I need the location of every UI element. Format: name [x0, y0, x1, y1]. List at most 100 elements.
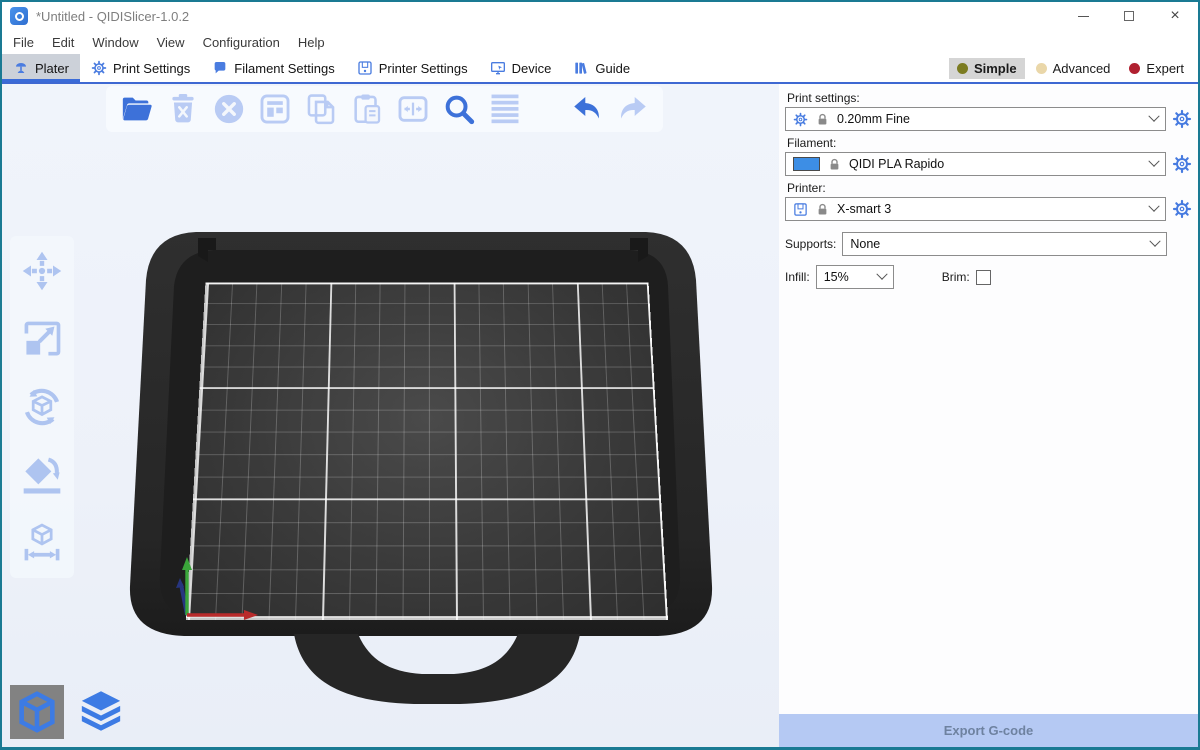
chevron-down-icon — [1148, 156, 1159, 167]
cube-3d-icon — [14, 689, 60, 735]
close-button[interactable]: × — [1152, 2, 1198, 30]
tabbar: Plater Print Settings Filament Settings … — [2, 54, 1198, 84]
3d-viewport[interactable] — [2, 84, 779, 747]
app-window: *Untitled - QIDISlicer-1.0.2 × File Edit… — [0, 0, 1200, 750]
menu-view[interactable]: View — [148, 35, 194, 50]
advanced-mode-dot-icon — [1036, 63, 1047, 74]
redo-button[interactable] — [614, 91, 651, 128]
plater-toolbar — [106, 86, 663, 132]
copy-icon — [304, 92, 338, 126]
minimize-button[interactable] — [1060, 2, 1106, 30]
tab-printer-settings[interactable]: Printer Settings — [346, 54, 479, 82]
undo-button[interactable] — [568, 91, 605, 128]
filament-select[interactable]: QIDI PLA Rapido — [785, 152, 1166, 176]
place-on-face-icon — [20, 453, 64, 497]
tab-guide[interactable]: Guide — [562, 54, 641, 82]
preview-layers-button[interactable] — [74, 685, 128, 739]
menu-configuration[interactable]: Configuration — [194, 35, 289, 50]
maximize-button[interactable] — [1106, 2, 1152, 30]
simple-mode-dot-icon — [957, 63, 968, 74]
tab-label: Printer Settings — [379, 61, 468, 76]
brim-checkbox[interactable] — [976, 270, 991, 285]
measure-icon — [20, 521, 64, 565]
menu-edit[interactable]: Edit — [43, 35, 83, 50]
chevron-down-icon — [1149, 236, 1160, 247]
filament-value: QIDI PLA Rapido — [849, 157, 944, 171]
filament-gear-button[interactable] — [1171, 154, 1192, 175]
export-gcode-button[interactable]: Export G-code — [779, 714, 1198, 747]
plater-icon — [13, 60, 29, 76]
infill-value: 15% — [824, 270, 849, 284]
open-button[interactable] — [118, 91, 155, 128]
lock-icon — [827, 157, 842, 172]
printer-icon — [793, 202, 808, 217]
brim-label: Brim: — [942, 270, 970, 284]
paste-icon — [350, 92, 384, 126]
filament-label: Filament: — [787, 136, 1192, 150]
menu-help[interactable]: Help — [289, 35, 334, 50]
menu-file[interactable]: File — [4, 35, 43, 50]
mode-advanced[interactable]: Advanced — [1028, 58, 1119, 79]
variable-layer-height-icon — [488, 92, 522, 126]
tab-label: Guide — [595, 61, 630, 76]
infill-select[interactable]: 15% — [816, 265, 894, 289]
chevron-down-icon — [1148, 111, 1159, 122]
gear-icon — [1172, 199, 1192, 219]
print-settings-select[interactable]: 0.20mm Fine — [785, 107, 1166, 131]
fill-bed-button[interactable] — [394, 91, 431, 128]
infill-label: Infill: — [785, 270, 810, 284]
search-button[interactable] — [440, 91, 477, 128]
tab-filament-settings[interactable]: Filament Settings — [201, 54, 345, 82]
search-icon — [442, 92, 476, 126]
rotate-icon — [20, 385, 64, 429]
print-settings-gear-button[interactable] — [1171, 109, 1192, 130]
gear-icon — [1172, 154, 1192, 174]
maximize-icon — [1124, 11, 1134, 21]
move-button[interactable] — [19, 248, 65, 294]
3d-editor-view-button[interactable] — [10, 685, 64, 739]
redo-icon — [616, 92, 650, 126]
arrange-icon — [258, 92, 292, 126]
tab-print-settings[interactable]: Print Settings — [80, 54, 201, 82]
printer-select[interactable]: X-smart 3 — [785, 197, 1166, 221]
mode-label: Simple — [974, 61, 1017, 76]
delete-button[interactable] — [164, 91, 201, 128]
mode-simple[interactable]: Simple — [949, 58, 1025, 79]
device-icon — [490, 60, 506, 76]
arrange-button[interactable] — [256, 91, 293, 128]
menubar: File Edit Window View Configuration Help — [2, 30, 1198, 54]
delete-all-button[interactable] — [210, 91, 247, 128]
guide-icon — [573, 60, 589, 76]
layers-view-icon — [78, 689, 124, 735]
supports-value: None — [850, 237, 880, 251]
paste-button[interactable] — [348, 91, 385, 128]
tab-label: Print Settings — [113, 61, 190, 76]
measure-button[interactable] — [19, 520, 65, 566]
printer-gear-button[interactable] — [1171, 199, 1192, 220]
place-on-face-button[interactable] — [19, 452, 65, 498]
scale-button[interactable] — [19, 316, 65, 362]
view-switcher — [10, 685, 128, 739]
mode-label: Advanced — [1053, 61, 1111, 76]
rotate-button[interactable] — [19, 384, 65, 430]
move-icon — [20, 249, 64, 293]
gear-icon — [91, 60, 107, 76]
menu-window[interactable]: Window — [83, 35, 147, 50]
gear-icon — [793, 112, 808, 127]
tab-plater[interactable]: Plater — [2, 54, 80, 82]
supports-select[interactable]: None — [842, 232, 1167, 256]
delete-all-icon — [212, 92, 246, 126]
copy-button[interactable] — [302, 91, 339, 128]
open-folder-icon — [120, 92, 154, 126]
close-icon: × — [1170, 8, 1179, 24]
printer-label: Printer: — [787, 181, 1192, 195]
scale-icon — [20, 317, 64, 361]
tab-label: Plater — [35, 61, 69, 76]
tab-device[interactable]: Device — [479, 54, 563, 82]
filament-color-swatch — [793, 157, 820, 171]
mode-expert[interactable]: Expert — [1121, 58, 1192, 79]
window-title: *Untitled - QIDISlicer-1.0.2 — [36, 9, 189, 24]
variable-layer-height-button[interactable] — [486, 91, 523, 128]
fill-bed-icon — [396, 92, 430, 126]
lock-icon — [815, 112, 830, 127]
